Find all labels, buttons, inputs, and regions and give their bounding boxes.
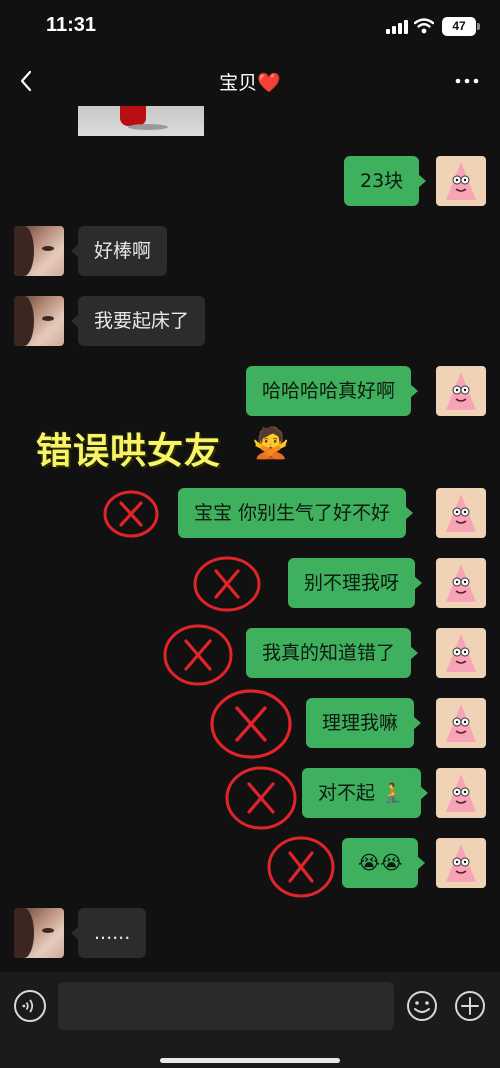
red-x-mark [103,490,159,538]
my-avatar[interactable] [436,698,486,748]
contact-avatar[interactable] [14,296,64,346]
chat-title: 宝贝❤️ [0,68,500,95]
red-x-mark [193,556,261,612]
chat-header: 宝贝❤️ [0,56,500,106]
my-avatar[interactable] [436,628,486,678]
red-x-mark [267,836,335,898]
home-indicator [160,1058,340,1063]
heart-emoji: ❤️ [257,72,281,94]
my-avatar[interactable] [436,768,486,818]
emoji-icon[interactable] [406,990,438,1022]
message-bubble-outgoing[interactable]: 23块 [344,156,427,206]
message-bubble-outgoing[interactable]: 别不理我呀 [288,558,423,608]
my-avatar[interactable] [436,156,486,206]
message-input[interactable] [58,982,394,1030]
no-gesture-emoji: 🙅 [252,426,290,461]
image-message[interactable] [78,106,204,136]
cellular-signal-icon [386,20,408,34]
message-bubble-incoming[interactable]: 我要起床了 [70,296,206,346]
message-bubble-incoming[interactable]: 好棒啊 [70,226,168,276]
my-avatar[interactable] [436,838,486,888]
message-bubble-outgoing[interactable]: 😭😭 [342,838,426,888]
message-bubble-incoming[interactable]: ...... [70,908,147,958]
red-x-mark [210,689,292,759]
wifi-icon [414,18,434,34]
message-bubble-outgoing[interactable]: 我真的知道错了 [246,628,419,678]
my-avatar[interactable] [436,558,486,608]
overlay-caption: 错误哄女友 [36,431,222,472]
status-time: 11:31 [46,14,97,36]
red-x-mark [225,766,297,830]
input-bar [0,972,500,1068]
my-avatar[interactable] [436,488,486,538]
more-dots-icon[interactable] [452,66,482,96]
battery-icon: 47 [442,17,476,36]
contact-name: 宝贝 [219,72,258,94]
message-bubble-outgoing[interactable]: 理理我嘛 [306,698,422,748]
red-x-mark [163,624,233,686]
message-bubble-outgoing[interactable]: 宝宝 你别生气了好不好 [178,488,414,538]
contact-avatar[interactable] [14,226,64,276]
message-bubble-outgoing[interactable]: 哈哈哈哈真好啊 [246,366,419,416]
message-bubble-outgoing[interactable]: 对不起 🧎 [302,768,428,818]
status-bar: 11:31 47 [0,0,500,56]
battery-tip [477,23,480,30]
voice-icon[interactable] [14,990,46,1022]
contact-avatar[interactable] [14,908,64,958]
my-avatar[interactable] [436,366,486,416]
plus-icon[interactable] [454,990,486,1022]
